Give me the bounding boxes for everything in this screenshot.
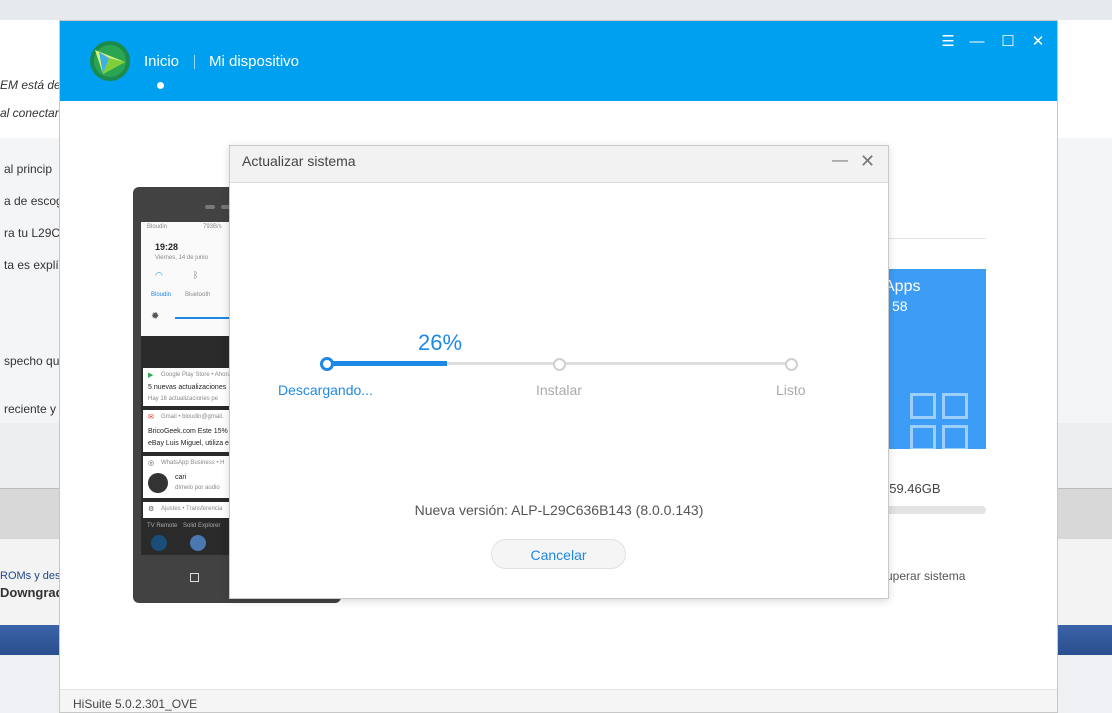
- phone-speaker: [205, 205, 215, 209]
- phone-date: Viernes, 14 de junio: [155, 255, 208, 261]
- maximize-button[interactable]: ☐: [997, 31, 1019, 53]
- wifi-toggle-label: Bloudin: [151, 292, 172, 298]
- stage-node-current: [320, 357, 334, 371]
- background-top-bar: [0, 0, 1112, 21]
- background-text: specho qu: [4, 354, 60, 368]
- nav-home[interactable]: Inicio: [144, 53, 179, 70]
- panel-divider: [885, 238, 986, 239]
- status-speed: 793B/s: [203, 224, 222, 230]
- apps-count: 58: [892, 298, 908, 314]
- progress-percent: 26%: [418, 330, 463, 355]
- background-text: al princip: [4, 162, 53, 176]
- recent-apps-icon: [190, 573, 199, 582]
- update-dialog: Actualizar sistema — ✕ 26% Descargando..…: [229, 145, 889, 599]
- apps-grid-icon: [910, 425, 936, 451]
- app-header: Inicio Mi dispositivo ☰ — ☐ ✕: [60, 21, 1057, 101]
- close-button[interactable]: ✕: [1027, 31, 1049, 53]
- apps-grid-icon: [910, 393, 936, 419]
- notification-app: Google Play Store • Ahora: [161, 372, 231, 378]
- storage-text: : 59.46GB: [882, 481, 941, 496]
- phone-time: 19:28: [155, 242, 179, 252]
- dock-label: TV Remote: [147, 523, 178, 529]
- menu-icon[interactable]: ☰: [937, 31, 959, 53]
- notification-body: dímelo por audio: [175, 485, 220, 491]
- progress-fill: [326, 361, 447, 366]
- camera-app-icon: [190, 535, 206, 551]
- background-text: ra tu L29C: [4, 226, 61, 240]
- version-label: HiSuite 5.0.2.301_OVE: [73, 697, 198, 711]
- notification-title: 5 nuevas actualizaciones: [148, 384, 227, 391]
- dialog-header: Actualizar sistema — ✕: [230, 146, 888, 183]
- hisuite-logo-icon: [90, 41, 130, 81]
- minimize-button[interactable]: —: [966, 31, 988, 53]
- background-text: al conectar: [0, 106, 59, 120]
- dialog-title: Actualizar sistema: [242, 153, 356, 169]
- apps-grid-icon: [942, 393, 968, 419]
- dialog-minimize-button[interactable]: —: [832, 152, 848, 170]
- notification-title: cari: [175, 474, 187, 481]
- nav-separator: [194, 55, 195, 69]
- cancel-button[interactable]: Cancelar: [491, 539, 626, 569]
- stage-label-downloading: Descargando...: [278, 382, 373, 398]
- dialog-close-button[interactable]: ✕: [860, 151, 875, 172]
- nav-my-device[interactable]: Mi dispositivo: [209, 53, 299, 70]
- background-text: reciente y: [4, 402, 57, 416]
- wifi-icon[interactable]: ◠: [155, 270, 163, 281]
- dock-label: Solid Explorer: [183, 523, 221, 529]
- recover-system-link[interactable]: uperar sistema: [886, 569, 965, 583]
- brightness-icon: ✹: [151, 311, 160, 322]
- background-text: EM está des: [0, 78, 67, 92]
- stage-node: [785, 358, 798, 371]
- notification-title: BricoGeek.com Este 15%: [148, 428, 228, 435]
- new-version-text: Nueva versión: ALP-L29C636B143 (8.0.0.14…: [414, 502, 704, 518]
- storage-bar: [882, 506, 986, 514]
- background-link[interactable]: ROMs y des: [0, 570, 61, 582]
- avatar: [148, 473, 168, 493]
- whatsapp-icon: ◎: [148, 460, 155, 467]
- play-store-icon: ▶: [148, 372, 154, 379]
- status-footer: HiSuite 5.0.2.301_OVE: [60, 689, 1057, 712]
- stage-node: [553, 358, 566, 371]
- bluetooth-toggle-label: Bluetooth: [185, 292, 211, 298]
- bluetooth-icon[interactable]: ᛒ: [193, 270, 198, 280]
- notification-app: Ajustes • Transferencia: [161, 506, 223, 512]
- gmail-icon: ✉: [148, 414, 154, 421]
- notification-app: WhatsApp Business • H: [161, 460, 225, 466]
- settings-icon: ⚙: [148, 506, 155, 513]
- apps-title: Apps: [884, 278, 921, 295]
- apps-grid-icon: [942, 425, 968, 451]
- background-text: ta es explí: [4, 258, 59, 272]
- notification-body: eBay Luis Miguel, utiliza el: [148, 440, 231, 447]
- nav-active-indicator: [157, 82, 164, 89]
- status-carrier: Bloudin: [147, 224, 168, 230]
- background-text: a de escog: [4, 194, 63, 208]
- stage-label-install: Instalar: [536, 382, 582, 398]
- background-text: Downgrad: [0, 585, 64, 600]
- notification-app: Gmail • bloudin@gmail.: [161, 414, 224, 420]
- notification-body: Hay 16 actualizaciones pe: [148, 396, 219, 402]
- stage-label-done: Listo: [776, 382, 806, 398]
- phone-app-icon: [151, 535, 167, 551]
